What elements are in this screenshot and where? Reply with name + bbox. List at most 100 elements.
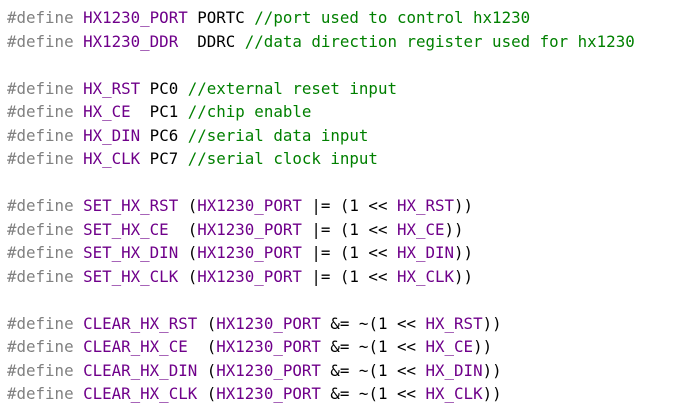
define-directive: #define bbox=[7, 149, 74, 168]
define-directive: #define bbox=[7, 196, 74, 215]
code-text: |= (1 << bbox=[301, 243, 397, 262]
code-line-7: #define HX_CLK PC7 //serial clock input bbox=[7, 147, 683, 171]
code-line-6: #define HX_DIN PC6 //serial data input bbox=[7, 124, 683, 148]
code-line-10: #define SET_HX_CE (HX1230_PORT |= (1 << … bbox=[7, 218, 683, 242]
define-directive: #define bbox=[7, 313, 74, 333]
code-line-15: #define CLEAR_HX_CE (HX1230_PORT &= ~(1 … bbox=[7, 335, 683, 359]
code-text: )) bbox=[482, 384, 502, 403]
separator bbox=[74, 32, 84, 51]
pin-macro: HX_DIN bbox=[396, 243, 455, 262]
define-directive: #define bbox=[7, 266, 74, 286]
code-line-9: #define SET_HX_RST (HX1230_PORT |= (1 <<… bbox=[7, 194, 683, 218]
separator bbox=[74, 149, 84, 168]
code-line-1: #define HX1230_PORT PORTC //port used to… bbox=[7, 6, 683, 30]
code-text: |= (1 << bbox=[301, 219, 397, 239]
define-directive: #define bbox=[7, 384, 74, 403]
code-comment: //data direction register used for hx123… bbox=[244, 31, 635, 51]
macro-name: SET_HX_DIN bbox=[83, 243, 179, 262]
macro-name: HX_CE bbox=[83, 102, 131, 121]
code-text: )) bbox=[454, 196, 474, 215]
pin-macro: HX_CLK bbox=[425, 384, 483, 403]
code-comment: //external reset input bbox=[187, 78, 397, 98]
code-line-11: #define SET_HX_DIN (HX1230_PORT |= (1 <<… bbox=[7, 241, 683, 265]
code-text: ( bbox=[178, 266, 198, 286]
code-text: ( bbox=[178, 196, 198, 215]
define-directive: #define bbox=[7, 125, 74, 145]
define-directive: #define bbox=[7, 360, 74, 380]
code-text: |= (1 << bbox=[301, 266, 397, 286]
code-text: &= ~(1 << bbox=[320, 384, 426, 403]
separator bbox=[74, 267, 84, 286]
code-text: )) bbox=[444, 219, 464, 239]
macro-value: PC1 bbox=[130, 102, 188, 121]
separator bbox=[74, 337, 84, 356]
define-directive: #define bbox=[7, 219, 74, 239]
code-comment: //serial data input bbox=[187, 125, 369, 145]
macro-value: PC7 bbox=[140, 149, 188, 168]
pin-macro: HX_DIN bbox=[425, 360, 483, 380]
code-text: &= ~(1 << bbox=[320, 360, 426, 380]
port-macro: HX1230_PORT bbox=[197, 196, 302, 215]
code-text: )) bbox=[482, 313, 502, 333]
macro-name: HX1230_PORT bbox=[83, 8, 188, 27]
define-directive: #define bbox=[7, 337, 74, 356]
separator bbox=[74, 126, 84, 145]
separator bbox=[74, 243, 84, 262]
macro-value: PC0 bbox=[140, 78, 188, 98]
separator bbox=[74, 314, 84, 333]
code-line-16: #define CLEAR_HX_DIN (HX1230_PORT &= ~(1… bbox=[7, 359, 683, 383]
macro-name: HX_DIN bbox=[83, 125, 141, 145]
code-text: ( bbox=[168, 219, 198, 239]
define-directive: #define bbox=[7, 8, 74, 27]
separator bbox=[74, 220, 84, 239]
macro-name: SET_HX_RST bbox=[83, 196, 179, 215]
separator bbox=[74, 79, 84, 98]
pin-macro: HX_CLK bbox=[396, 266, 455, 286]
macro-value: PC6 bbox=[140, 125, 188, 145]
port-macro: HX1230_PORT bbox=[197, 243, 302, 262]
define-directive: #define bbox=[7, 243, 74, 262]
code-line-12: #define SET_HX_CLK (HX1230_PORT |= (1 <<… bbox=[7, 265, 683, 289]
define-directive: #define bbox=[7, 102, 74, 121]
code-line-4: #define HX_RST PC0 //external reset inpu… bbox=[7, 77, 683, 101]
code-comment: //port used to control hx1230 bbox=[254, 8, 531, 27]
code-comment: //chip enable bbox=[187, 102, 312, 121]
code-text: ( bbox=[197, 360, 217, 380]
code-editor[interactable]: #define HX1230_PORT PORTC //port used to… bbox=[0, 0, 683, 408]
separator bbox=[74, 384, 84, 403]
code-text: ( bbox=[197, 313, 217, 333]
macro-name: CLEAR_HX_RST bbox=[83, 313, 198, 333]
code-text: )) bbox=[473, 337, 493, 356]
define-directive: #define bbox=[7, 31, 74, 51]
separator bbox=[74, 102, 84, 121]
port-macro: HX1230_PORT bbox=[216, 337, 321, 356]
code-text: ( bbox=[197, 384, 217, 403]
code-text: )) bbox=[454, 266, 474, 286]
macro-name: HX_RST bbox=[83, 78, 141, 98]
port-macro: HX1230_PORT bbox=[216, 384, 321, 403]
code-text: ( bbox=[178, 243, 198, 262]
macro-name: CLEAR_HX_DIN bbox=[83, 360, 198, 380]
pin-macro: HX_RST bbox=[425, 313, 483, 333]
code-text: )) bbox=[454, 243, 474, 262]
macro-value: PORTC bbox=[187, 8, 255, 27]
macro-name: SET_HX_CE bbox=[83, 219, 169, 239]
port-macro: HX1230_PORT bbox=[197, 219, 302, 239]
port-macro: HX1230_PORT bbox=[216, 360, 321, 380]
code-text: &= ~(1 << bbox=[320, 337, 426, 356]
pin-macro: HX_RST bbox=[396, 196, 455, 215]
macro-name: HX_CLK bbox=[83, 149, 141, 168]
macro-name: SET_HX_CLK bbox=[83, 266, 179, 286]
macro-name: CLEAR_HX_CE bbox=[83, 337, 188, 356]
define-directive: #define bbox=[7, 78, 74, 98]
code-text: |= (1 << bbox=[301, 196, 397, 215]
separator bbox=[74, 361, 84, 380]
code-comment: //serial clock input bbox=[187, 149, 378, 168]
macro-name: CLEAR_HX_CLK bbox=[83, 384, 198, 403]
code-line-2: #define HX1230_DDR DDRC //data direction… bbox=[7, 30, 683, 54]
code-text: )) bbox=[482, 360, 502, 380]
separator bbox=[74, 8, 84, 27]
